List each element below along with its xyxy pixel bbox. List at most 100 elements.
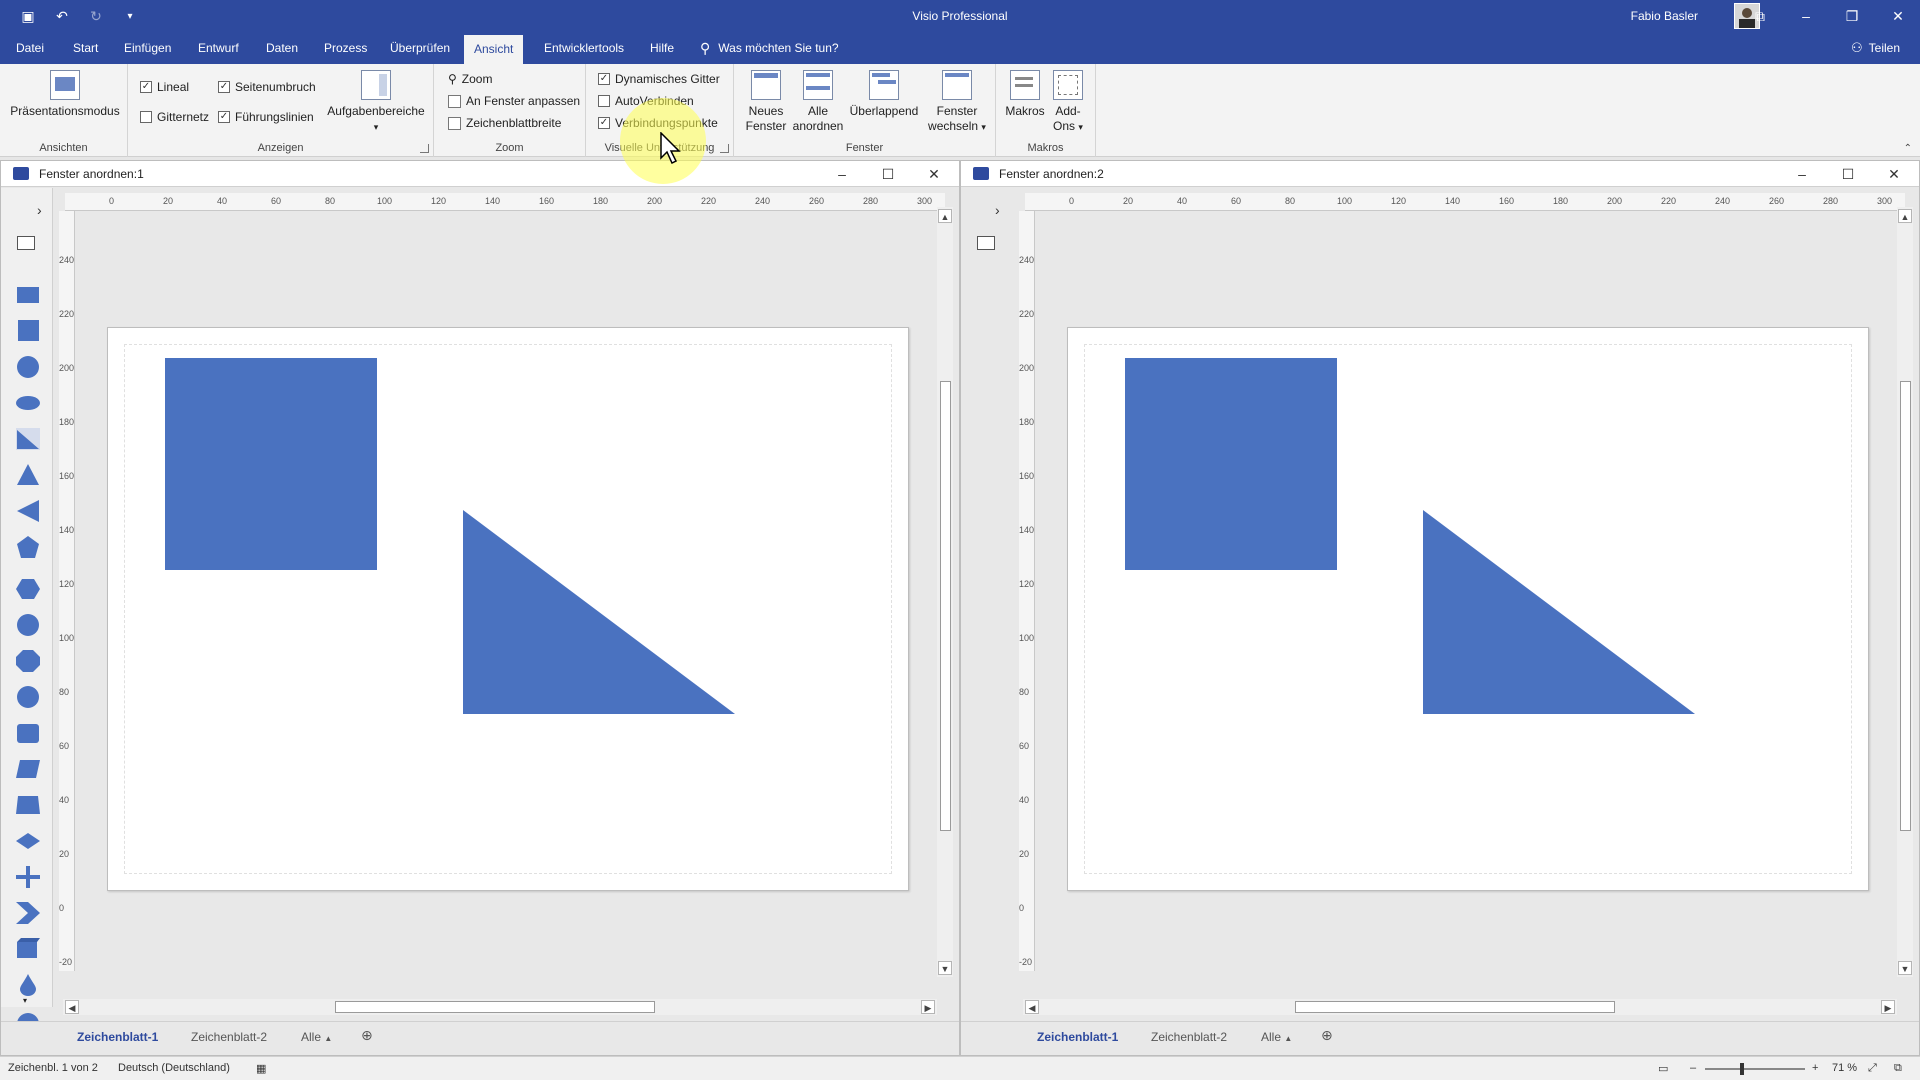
hexagon-shape-icon[interactable] xyxy=(16,578,40,600)
drawing-canvas-1[interactable] xyxy=(77,213,937,965)
fit-page-icon[interactable]: ⤢ xyxy=(1868,1062,1877,1075)
cross-shape-icon[interactable] xyxy=(16,866,40,888)
sheet-tab-zeichenblatt-2[interactable]: Zeichenblatt-2 xyxy=(191,1030,267,1044)
scroll-left-button[interactable]: ◀ xyxy=(65,1000,79,1014)
rectangle-shape-icon[interactable] xyxy=(16,284,40,306)
horizontal-scrollbar-2[interactable]: ◀ ▶ xyxy=(1023,999,1897,1015)
zoom-level[interactable]: 71 % xyxy=(1832,1062,1857,1074)
sheet-tab-alle[interactable]: Alle ▲ xyxy=(301,1030,332,1044)
anzeigen-dialog-launcher-icon[interactable] xyxy=(420,144,429,153)
heptagon-shape-icon[interactable] xyxy=(16,614,40,636)
fit-to-window-button[interactable]: An Fenster anpassen xyxy=(448,94,580,108)
scroll-right-button[interactable]: ▶ xyxy=(921,1000,935,1014)
diamond-shape-icon[interactable] xyxy=(16,830,40,852)
tell-me-box[interactable]: ⚲ Was möchten Sie tun? xyxy=(700,32,839,64)
window-1-maximize-button[interactable]: ☐ xyxy=(873,163,903,185)
pentagon-shape-icon[interactable] xyxy=(16,536,40,558)
window-2-close-button[interactable]: ✕ xyxy=(1879,163,1909,185)
right-triangle-shape-icon[interactable] xyxy=(16,428,40,450)
seitenumbruch-checkbox[interactable]: ✓ Seitenumbruch xyxy=(218,80,316,94)
makros-button[interactable]: Makros xyxy=(1002,70,1048,119)
macro-record-icon[interactable]: ▦ xyxy=(256,1062,266,1075)
scroll-up-button[interactable]: ▲ xyxy=(938,209,952,223)
language-indicator[interactable]: Deutsch (Deutschland) xyxy=(118,1062,230,1074)
dynamisches-gitter-checkbox[interactable]: ✓ Dynamisches Gitter xyxy=(598,72,720,86)
zoom-button[interactable]: ⚲ Zoom xyxy=(448,72,492,86)
praesentationsmodus-button[interactable]: Präsentationsmodus xyxy=(10,70,120,119)
sheet-tab-zeichenblatt-2[interactable]: Zeichenblatt-2 xyxy=(1151,1030,1227,1044)
drawing-page-1[interactable] xyxy=(107,327,909,891)
vertical-scroll-thumb[interactable] xyxy=(1900,381,1911,831)
fenster-wechseln-button[interactable]: Fenster wechseln ▾ xyxy=(922,70,992,135)
shapes-pane-collapsed-2[interactable]: › xyxy=(961,188,1005,1007)
blue-square-shape[interactable] xyxy=(1125,358,1337,570)
drawing-canvas-2[interactable] xyxy=(1037,213,1897,965)
trapezoid-shape-icon[interactable] xyxy=(16,794,40,816)
fuehrungslinien-checkbox[interactable]: ✓ Führungslinien xyxy=(218,110,314,124)
scroll-down-icon[interactable]: ▾ xyxy=(23,996,27,1005)
zoom-out-icon[interactable]: – xyxy=(1690,1062,1696,1074)
zoom-in-icon[interactable]: + xyxy=(1812,1062,1818,1074)
ribbon-display-icon[interactable]: ⧉ xyxy=(1737,0,1783,32)
page-indicator[interactable]: Zeichenbl. 1 von 2 xyxy=(8,1062,98,1074)
tab-einfuegen[interactable]: Einfügen xyxy=(114,32,181,64)
scroll-right-button[interactable]: ▶ xyxy=(1881,1000,1895,1014)
expand-chevron-icon[interactable]: › xyxy=(37,202,42,218)
alle-anordnen-button[interactable]: Alle anordnen xyxy=(788,70,848,134)
3d-box-shape-icon[interactable] xyxy=(16,938,40,960)
scroll-down-button[interactable]: ▼ xyxy=(1898,961,1912,975)
blue-right-triangle-shape[interactable] xyxy=(1423,510,1695,714)
tab-entwicklertools[interactable]: Entwicklertools xyxy=(534,32,634,64)
decagon-shape-icon[interactable] xyxy=(16,686,40,708)
add-sheet-icon[interactable]: ⊕ xyxy=(1321,1027,1333,1044)
user-name[interactable]: Fabio Basler xyxy=(1631,9,1698,23)
sheet-tab-zeichenblatt-1[interactable]: Zeichenblatt-1 xyxy=(77,1030,158,1044)
scroll-up-button[interactable]: ▲ xyxy=(1898,209,1912,223)
tab-entwurf[interactable]: Entwurf xyxy=(188,32,249,64)
drawing-page-2[interactable] xyxy=(1067,327,1869,891)
neues-fenster-button[interactable]: Neues Fenster xyxy=(738,70,794,134)
octagon-shape-icon[interactable] xyxy=(16,650,40,672)
presentation-mode-icon[interactable]: ▭ xyxy=(1658,1062,1668,1075)
minimize-button[interactable]: – xyxy=(1783,0,1829,32)
document-window-2[interactable]: Fenster anordnen:2 – ☐ ✕ › 0 20 40 60 80… xyxy=(960,160,1920,1056)
tab-ansicht[interactable]: Ansicht xyxy=(464,35,524,64)
shapes-pane-collapsed[interactable]: › ▾ xyxy=(1,188,53,1024)
collapse-ribbon-icon[interactable]: ⌃ xyxy=(1904,143,1912,154)
expand-chevron-icon[interactable]: › xyxy=(995,202,1000,218)
add-sheet-icon[interactable]: ⊕ xyxy=(361,1027,373,1044)
vertical-scrollbar-1[interactable]: ▲ ▼ xyxy=(937,207,953,977)
left-triangle-shape-icon[interactable] xyxy=(16,500,40,522)
scroll-down-button[interactable]: ▼ xyxy=(938,961,952,975)
horizontal-scroll-thumb[interactable] xyxy=(1295,1001,1615,1013)
ellipse-shape-icon[interactable] xyxy=(16,392,40,414)
horizontal-scrollbar-1[interactable]: ◀ ▶ xyxy=(63,999,937,1015)
tab-ueberpruefen[interactable]: Überprüfen xyxy=(380,32,460,64)
circle-shape-icon[interactable] xyxy=(16,356,40,378)
lineal-checkbox[interactable]: ✓ Lineal xyxy=(140,80,189,94)
tab-prozess[interactable]: Prozess xyxy=(314,32,377,64)
vertical-scroll-thumb[interactable] xyxy=(940,381,951,831)
vertical-scrollbar-2[interactable]: ▲ ▼ xyxy=(1897,207,1913,977)
parallelogram-shape-icon[interactable] xyxy=(16,758,40,780)
can-shape-icon[interactable] xyxy=(16,722,40,744)
close-button[interactable]: ✕ xyxy=(1875,0,1920,32)
stencil-icon[interactable] xyxy=(17,236,35,250)
tab-daten[interactable]: Daten xyxy=(256,32,308,64)
document-window-1[interactable]: Fenster anordnen:1 – ☐ ✕ › ▾ 0 20 40 60 … xyxy=(0,160,960,1056)
tab-start[interactable]: Start xyxy=(63,32,108,64)
window-1-close-button[interactable]: ✕ xyxy=(919,163,949,185)
share-button[interactable]: ⚇ Teilen xyxy=(1851,32,1900,64)
chevron-shape-icon[interactable] xyxy=(16,902,40,924)
visuell-dialog-launcher-icon[interactable] xyxy=(720,144,729,153)
scroll-left-button[interactable]: ◀ xyxy=(1025,1000,1039,1014)
sheet-tab-alle[interactable]: Alle ▲ xyxy=(1261,1030,1292,1044)
tab-datei[interactable]: Datei xyxy=(6,32,54,64)
aufgabenbereiche-button[interactable]: Aufgabenbereiche ▾ xyxy=(324,70,428,135)
window-1-minimize-button[interactable]: – xyxy=(827,163,857,185)
switch-windows-icon[interactable]: ⧉ xyxy=(1894,1062,1902,1075)
tab-hilfe[interactable]: Hilfe xyxy=(640,32,684,64)
ueberlappend-button[interactable]: Überlappend xyxy=(844,70,924,119)
blue-right-triangle-shape[interactable] xyxy=(463,510,735,714)
drop-shape-icon[interactable] xyxy=(16,974,40,996)
